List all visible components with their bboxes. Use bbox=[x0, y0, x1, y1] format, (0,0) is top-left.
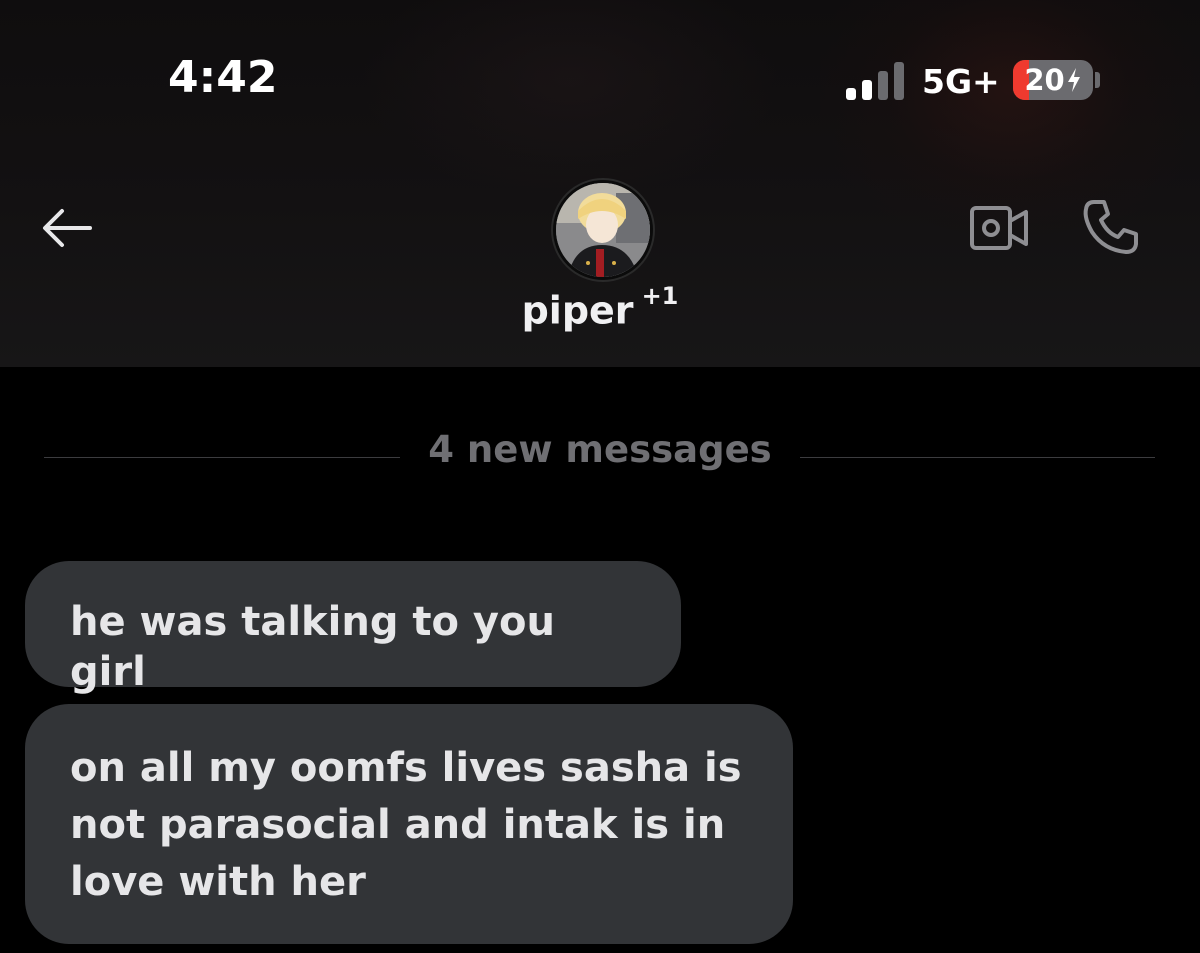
status-time: 4:42 bbox=[168, 52, 278, 103]
signal-bar bbox=[878, 71, 888, 100]
signal-bar bbox=[894, 62, 904, 100]
voice-call-button[interactable] bbox=[1080, 196, 1142, 258]
avatar-photo bbox=[556, 183, 650, 277]
battery-level: 20 bbox=[1013, 60, 1093, 100]
chat-header: 4:42 5G+ 20 piper +1 bbox=[0, 0, 1200, 367]
back-arrow-icon bbox=[43, 209, 92, 247]
message-text: he was talking to you girl bbox=[70, 599, 555, 695]
signal-bar bbox=[862, 80, 872, 100]
charging-bolt-icon bbox=[1067, 68, 1080, 92]
header-background-glow-secondary bbox=[360, 0, 780, 200]
video-call-button[interactable] bbox=[968, 202, 1030, 254]
cellular-signal-icon bbox=[846, 60, 908, 100]
message-bubble[interactable]: he was talking to you girl bbox=[25, 561, 681, 695]
chat-screen: 4:42 5G+ 20 piper +1 4 new messages he w… bbox=[0, 0, 1200, 953]
phone-icon bbox=[1083, 200, 1138, 254]
video-camera-icon bbox=[970, 206, 1028, 250]
message-text: on all my oomfs lives sasha is not paras… bbox=[70, 745, 742, 905]
message-bubble[interactable]: on all my oomfs lives sasha is not paras… bbox=[25, 704, 793, 944]
avatar[interactable] bbox=[553, 180, 653, 280]
battery-icon: 20 bbox=[1013, 60, 1093, 100]
back-button[interactable] bbox=[40, 206, 96, 250]
new-messages-divider: 4 new messages bbox=[428, 428, 772, 471]
contact-name-button[interactable]: piper +1 bbox=[0, 282, 1200, 333]
signal-bar bbox=[846, 88, 856, 100]
network-type: 5G+ bbox=[922, 62, 1000, 101]
contact-name: piper bbox=[521, 288, 634, 333]
battery-cap bbox=[1095, 72, 1100, 88]
divider-line-right bbox=[800, 457, 1155, 458]
extra-participants-badge: +1 bbox=[641, 282, 679, 310]
